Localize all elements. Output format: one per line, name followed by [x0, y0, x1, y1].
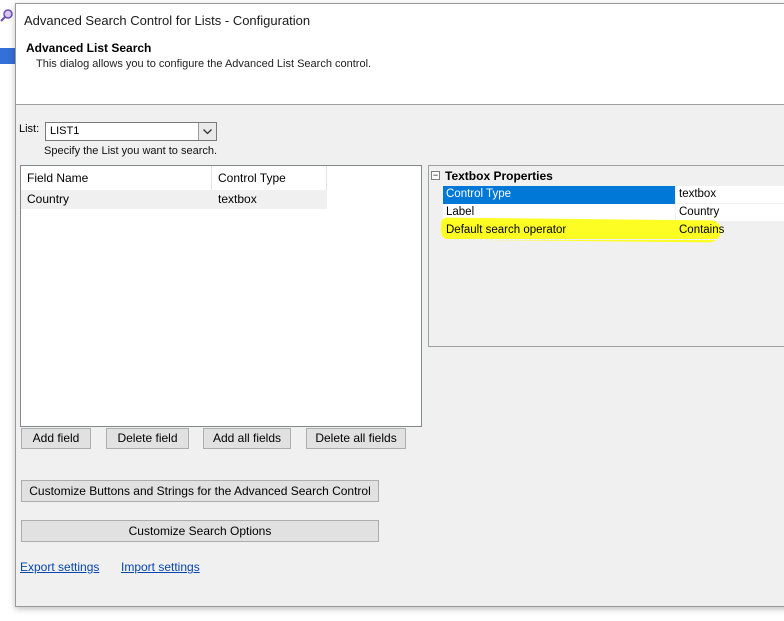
property-category-label: Textbox Properties	[445, 169, 553, 183]
property-name: Default search operator	[446, 224, 567, 236]
chevron-down-icon[interactable]	[198, 123, 216, 140]
property-category: − Textbox Properties	[429, 166, 784, 186]
banner-heading: Advanced List Search	[26, 41, 152, 55]
list-hint: Specify the List you want to search.	[44, 145, 218, 157]
column-header-field-name[interactable]: Field Name	[21, 166, 212, 190]
title-bar: Advanced Search Control for Lists - Conf…	[16, 4, 784, 34]
import-settings-link[interactable]: Import settings	[121, 560, 200, 574]
header-banner: Advanced List Search This dialog allows …	[16, 34, 784, 105]
delete-all-fields-button[interactable]: Delete all fields	[306, 428, 406, 449]
configuration-dialog: Advanced Search Control for Lists - Conf…	[15, 3, 784, 607]
list-combobox[interactable]: LIST1	[45, 122, 217, 141]
list-combobox-value: LIST1	[50, 125, 80, 137]
cell-field-name: Country	[27, 192, 70, 206]
property-grid[interactable]: − Textbox Properties Control Type textbo…	[428, 165, 784, 347]
property-value[interactable]: textbox	[679, 186, 716, 204]
collapse-icon[interactable]: −	[431, 171, 440, 180]
customize-search-options-button[interactable]: Customize Search Options	[21, 520, 379, 542]
column-header-control-type[interactable]: Control Type	[212, 166, 327, 190]
fields-listview[interactable]: Field Name Control Type Country textbox	[20, 165, 422, 427]
background-app	[0, 0, 15, 621]
export-settings-link[interactable]: Export settings	[20, 560, 99, 574]
listview-header: Field Name Control Type	[21, 166, 327, 190]
property-name: Control Type	[443, 186, 676, 204]
property-row-default-search-operator[interactable]: Default search operator Contains	[443, 222, 784, 240]
property-value[interactable]: Contains	[679, 222, 724, 240]
add-all-fields-button[interactable]: Add all fields	[203, 428, 291, 449]
background-selection-bar	[0, 48, 15, 64]
delete-field-button[interactable]: Delete field	[106, 428, 189, 449]
list-label: List:	[19, 123, 40, 135]
property-row-control-type[interactable]: Control Type textbox	[443, 186, 784, 204]
add-field-button[interactable]: Add field	[21, 428, 91, 449]
cell-control-type: textbox	[218, 192, 257, 206]
search-icon	[0, 8, 14, 22]
customize-buttons-strings-button[interactable]: Customize Buttons and Strings for the Ad…	[21, 480, 379, 502]
table-row[interactable]: Country textbox	[21, 190, 327, 209]
window-title: Advanced Search Control for Lists - Conf…	[24, 13, 311, 28]
banner-description: This dialog allows you to configure the …	[36, 58, 372, 70]
